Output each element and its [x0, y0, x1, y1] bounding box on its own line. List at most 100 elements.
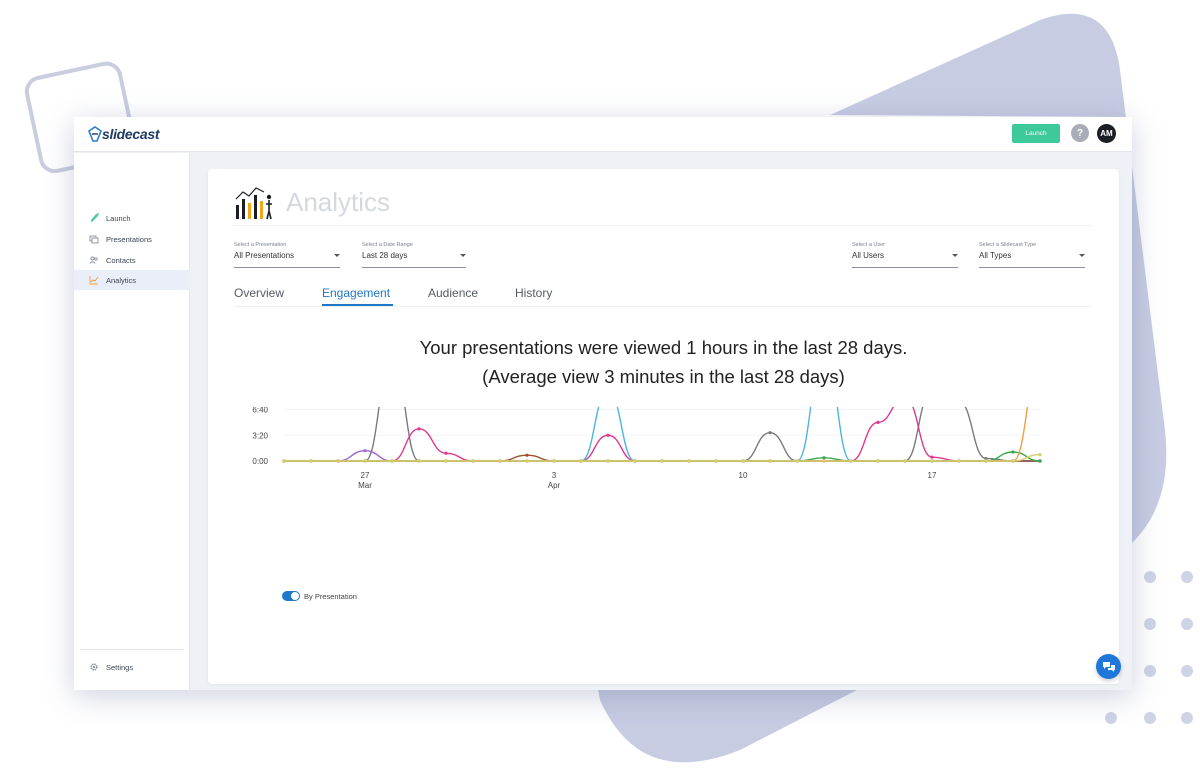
chevron-down-icon — [1079, 254, 1085, 257]
top-bar: slidecast Launch ? AM — [74, 117, 1132, 152]
series-point — [282, 459, 286, 463]
series-point — [498, 459, 502, 463]
series-point — [1011, 450, 1015, 454]
series-point — [822, 459, 826, 463]
series-point — [849, 459, 853, 463]
launch-button[interactable]: Launch — [1012, 124, 1060, 143]
presentation-select[interactable]: Select a Presentation All Presentations — [234, 242, 340, 268]
series-point — [309, 459, 313, 463]
series-point — [606, 459, 610, 463]
analytics-card: Analytics Select a Presentation All Pres… — [208, 169, 1119, 684]
series-point — [1038, 452, 1042, 457]
brand-name: slidecast — [102, 126, 160, 142]
series-point — [444, 451, 448, 455]
series-point — [525, 459, 529, 463]
series-point — [876, 459, 880, 463]
page-title: Analytics — [286, 187, 391, 217]
sidebar-item-analytics[interactable]: Analytics — [74, 270, 190, 290]
sidebar-item-label: Analytics — [106, 275, 137, 285]
user-avatar[interactable]: AM — [1097, 124, 1116, 143]
filter-value: Last 28 days — [362, 251, 408, 260]
y-tick-label: 3:20 — [252, 431, 268, 440]
slidecast-logo[interactable]: slidecast — [88, 124, 160, 144]
sidebar-divider — [80, 649, 184, 650]
chat-button[interactable] — [1096, 654, 1121, 679]
filter-underline — [234, 267, 340, 268]
filter-label: Select a Slidecast Type — [979, 242, 1037, 248]
filter-value: All Types — [979, 251, 1012, 260]
series-point — [741, 459, 745, 463]
filter-underline — [362, 267, 466, 268]
engagement-subheadline: (Average view 3 minutes in the last 28 d… — [482, 366, 845, 387]
app-window: slidecast Launch ? AM Launch Presentatio… — [74, 117, 1132, 690]
series-point — [417, 459, 421, 463]
analytics-icon — [89, 275, 99, 285]
series-point — [876, 420, 880, 424]
series-point — [768, 459, 772, 463]
sidebar: Launch Presentations Contacts Analytics — [74, 153, 190, 690]
filter-value: All Presentations — [234, 251, 295, 260]
title-divider — [234, 225, 1092, 226]
rocket-icon — [89, 213, 99, 223]
by-presentation-toggle[interactable] — [282, 591, 300, 601]
x-tick-label: 27 — [361, 471, 370, 480]
presentations-icon — [89, 234, 99, 244]
series-point — [930, 459, 934, 463]
sidebar-item-launch[interactable]: Launch — [74, 208, 190, 228]
filter-label: Select a Presentation — [234, 242, 287, 248]
tab-history[interactable]: History — [515, 286, 552, 300]
analytics-illustration-icon — [235, 187, 272, 220]
logo-icon — [88, 126, 102, 142]
series-point — [390, 459, 394, 463]
date-range-select[interactable]: Select a Date Range Last 28 days — [362, 242, 466, 268]
series-point — [363, 459, 367, 463]
series-point — [795, 459, 799, 463]
chevron-down-icon — [952, 254, 958, 257]
x-tick-month-label: Apr — [548, 481, 561, 490]
series-point — [579, 459, 583, 463]
sidebar-item-label: Contacts — [106, 255, 136, 265]
sidebar-item-settings[interactable]: Settings — [74, 657, 190, 677]
toggle-label: By Presentation — [304, 592, 357, 601]
toggle-knob — [291, 592, 299, 600]
series-point — [1038, 459, 1042, 463]
series-point — [903, 459, 907, 463]
series-point — [633, 459, 637, 463]
x-tick-month-label: Mar — [358, 481, 372, 490]
y-tick-label: 0:00 — [252, 457, 268, 466]
chevron-down-icon — [334, 254, 340, 257]
series-point — [1011, 459, 1015, 463]
chat-bubbles-icon — [1102, 661, 1115, 672]
help-button[interactable]: ? — [1071, 124, 1089, 142]
chevron-down-icon — [460, 254, 466, 257]
stage: slidecast Launch ? AM Launch Presentatio… — [0, 0, 1200, 773]
tab-audience[interactable]: Audience — [428, 286, 478, 300]
series-point — [930, 455, 934, 459]
series-point — [984, 459, 988, 463]
slidecast-type-select[interactable]: Select a Slidecast Type All Types — [979, 242, 1085, 268]
filter-underline — [979, 267, 1085, 268]
series-point — [552, 459, 556, 463]
filter-underline — [852, 267, 958, 268]
sidebar-item-presentations[interactable]: Presentations — [74, 229, 190, 249]
series-point — [822, 456, 826, 460]
series-point — [660, 459, 664, 463]
tab-engagement[interactable]: Engagement — [322, 286, 390, 300]
series-point — [336, 459, 340, 463]
sidebar-item-label: Launch — [106, 213, 131, 223]
x-tick-label: 17 — [928, 471, 937, 480]
x-tick-label: 3 — [552, 471, 557, 480]
filter-label: Select a Date Range — [362, 242, 413, 248]
tab-overview[interactable]: Overview — [234, 286, 284, 300]
series-point — [444, 459, 448, 463]
series-point — [417, 427, 421, 431]
tabs-divider — [234, 306, 1092, 307]
sidebar-item-contacts[interactable]: Contacts — [74, 250, 190, 270]
user-select[interactable]: Select a User All Users — [852, 242, 958, 268]
engagement-headline: Your presentations were viewed 1 hours i… — [419, 337, 908, 358]
filter-value: All Users — [852, 251, 885, 260]
x-tick-label: 10 — [739, 471, 748, 480]
series-point — [687, 459, 691, 463]
contacts-icon — [89, 255, 99, 265]
series-point — [714, 459, 718, 463]
